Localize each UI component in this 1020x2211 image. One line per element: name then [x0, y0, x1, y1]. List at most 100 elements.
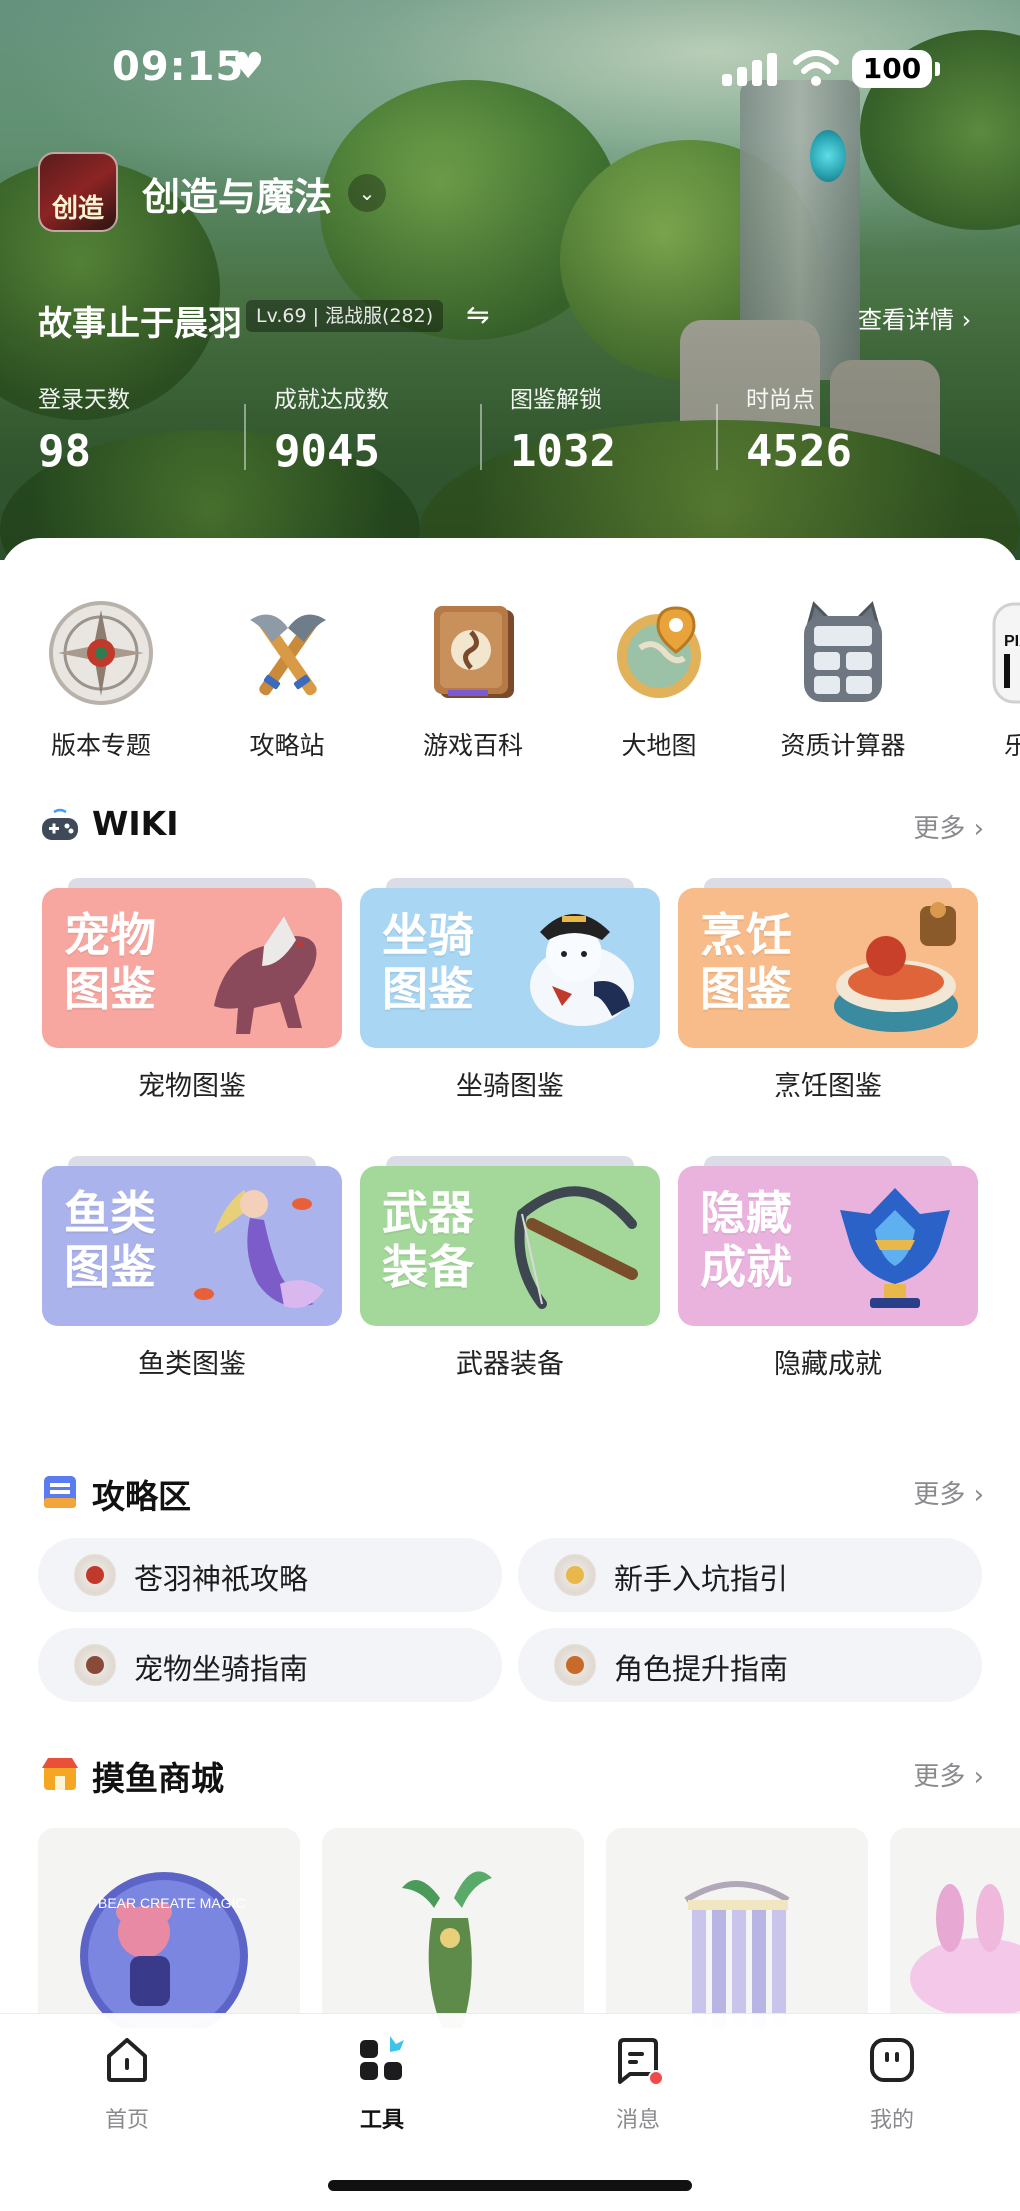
card-title-line-2: 图鉴	[64, 1240, 156, 1294]
stat-label: 成就达成数	[274, 387, 389, 413]
tool-sheet-music[interactable]: PIANO 乐谱	[944, 598, 1020, 758]
card-caption: 武器装备	[456, 1349, 564, 1380]
battery-icon: 100	[852, 50, 940, 88]
nav-profile[interactable]: 我的	[832, 2034, 952, 2134]
shop-section-header: 摸鱼商城 更多 ›	[40, 1748, 984, 1798]
guide-pill[interactable]: 苍羽神祇攻略	[38, 1538, 502, 1612]
guide-label: 苍羽神祇攻略	[134, 1562, 309, 1596]
compass-emblem-icon	[49, 601, 153, 705]
card-face: 烹饪 图鉴	[678, 888, 978, 1048]
tool-guide-station[interactable]: 攻略站	[202, 598, 372, 758]
guide-pill[interactable]: 宠物坐骑指南	[38, 1628, 502, 1702]
shop-more-link[interactable]: 更多 ›	[913, 1756, 984, 1793]
status-time: 09:15	[112, 44, 245, 90]
guide-avatar-icon	[74, 1644, 116, 1686]
wiki-card-mounts[interactable]: 坐骑 图鉴 坐骑图鉴	[360, 878, 660, 1114]
card-title: 坐骑 图鉴	[382, 908, 474, 1016]
stat-value: 98	[38, 426, 91, 477]
guide-pill[interactable]: 角色提升指南	[518, 1628, 982, 1702]
food-pot-icon	[834, 902, 958, 1032]
card-title: 隐藏 成就	[700, 1186, 792, 1294]
card-title-line-1: 烹饪	[700, 908, 792, 962]
card-caption: 坐骑图鉴	[456, 1071, 564, 1102]
section-title: 攻略区	[92, 1477, 191, 1516]
tool-encyclopedia[interactable]: 游戏百科	[388, 598, 558, 758]
chevron-down-icon[interactable]: ⌄	[348, 174, 386, 212]
book-icon	[434, 606, 514, 698]
wolf-icon	[214, 916, 317, 1034]
section-title: WIKI	[92, 804, 179, 843]
card-face: 坐骑 图鉴	[360, 888, 660, 1048]
card-title: 宠物 图鉴	[64, 908, 156, 1016]
wiki-card-hidden-achievements[interactable]: 隐藏 成就 隐藏成就	[678, 1156, 978, 1392]
card-face: 宠物 图鉴	[42, 888, 342, 1048]
card-title-line-2: 装备	[382, 1240, 474, 1294]
guide-label: 新手入坑指引	[614, 1562, 789, 1596]
tool-label: 版本专题	[50, 731, 151, 758]
stat-value: 1032	[510, 426, 616, 477]
guide-pill[interactable]: 新手入坑指引	[518, 1538, 982, 1612]
tool-label: 乐谱	[1003, 731, 1020, 758]
crossed-axes-icon	[250, 614, 326, 696]
user-level-badge: Lv.69 | 混战服(282)	[246, 300, 444, 332]
card-title-line-1: 武器	[382, 1186, 474, 1240]
nav-label: 首页	[104, 2108, 149, 2133]
home-indicator[interactable]	[328, 2180, 692, 2191]
nav-tools[interactable]: 工具	[322, 2034, 442, 2134]
stat-label: 图鉴解锁	[510, 387, 602, 413]
guide-avatar-icon	[554, 1644, 596, 1686]
app-name[interactable]: 创造与魔法	[142, 166, 332, 221]
piano-icon: PIANO	[992, 602, 1020, 704]
guide-avatar-icon	[74, 1554, 116, 1596]
wiki-more-link[interactable]: 更多 ›	[913, 808, 984, 845]
card-title: 武器 装备	[382, 1186, 474, 1294]
wiki-card-fish[interactable]: 鱼类 图鉴 鱼类图鉴	[42, 1156, 342, 1392]
section-title: 摸鱼商城	[92, 1759, 224, 1798]
shop-item[interactable]	[890, 1828, 1020, 2028]
shop-item[interactable]	[322, 1828, 584, 2028]
nav-label: 我的	[869, 2108, 914, 2133]
stats-row: 登录天数 98 成就达成数 9045 图鉴解锁 1032 时尚点 4526	[38, 380, 982, 490]
nav-messages[interactable]: 消息	[578, 2034, 698, 2134]
main-panel: 版本专题 攻略站 游戏百科 大地图 资质计算器 PI 乐 WIKI 更多 › 宠…	[0, 538, 1020, 2028]
hero-banner: 09:15 ♥ 100 创造 创造与魔法 ⌄ 故事止于晨羽 Lv.69 | 混战…	[0, 0, 1020, 560]
tool-world-map[interactable]: 大地图	[574, 598, 744, 758]
trophy-mask-icon	[840, 1188, 950, 1308]
nav-label: 工具	[359, 2108, 404, 2133]
shop-item[interactable]: BEAR CREATE MAGIC	[38, 1828, 300, 2028]
wiki-card-weapons[interactable]: 武器 装备 武器装备	[360, 1156, 660, 1392]
tool-aptitude-calculator[interactable]: 资质计算器	[758, 598, 928, 758]
app-logo[interactable]: 创造	[38, 152, 118, 232]
nav-home[interactable]: 首页	[67, 2034, 187, 2134]
tool-version-topic[interactable]: 版本专题	[16, 598, 186, 758]
curtain-icon	[684, 1881, 790, 2028]
divider	[716, 404, 718, 470]
card-caption: 鱼类图鉴	[138, 1349, 246, 1380]
card-caption: 宠物图鉴	[138, 1071, 246, 1102]
shop-strip[interactable]: BEAR CREATE MAGIC	[0, 1828, 1020, 2028]
stat-codex: 图鉴解锁 1032	[510, 380, 730, 490]
mermaid-icon	[194, 1190, 324, 1308]
card-face: 武器 装备	[360, 1166, 660, 1326]
calculator-icon	[804, 601, 882, 702]
piano-icon-text: PIANO	[1004, 633, 1020, 650]
card-title-line-2: 图鉴	[700, 962, 792, 1016]
card-title-line-2: 图鉴	[64, 962, 156, 1016]
divider	[480, 404, 482, 470]
user-name: 故事止于晨羽	[38, 304, 242, 344]
nav-label: 消息	[615, 2108, 660, 2133]
view-details-link[interactable]: 查看详情 ›	[858, 300, 971, 335]
tool-strip[interactable]: 版本专题 攻略站 游戏百科 大地图 资质计算器 PI 乐	[0, 598, 1020, 758]
badge-text: BEAR CREATE MAGIC	[98, 1895, 246, 1911]
stat-label: 时尚点	[746, 387, 815, 413]
switch-role-icon[interactable]: ⇋	[466, 298, 489, 331]
shop-item[interactable]	[606, 1828, 868, 2028]
guides-more-link[interactable]: 更多 ›	[913, 1474, 984, 1511]
seal-pirate-icon	[530, 914, 634, 1026]
wiki-card-pets[interactable]: 宠物 图鉴 宠物图鉴	[42, 878, 342, 1114]
guide-avatar-icon	[554, 1554, 596, 1596]
stat-value: 4526	[746, 426, 852, 477]
tool-label: 游戏百科	[422, 731, 523, 758]
tools-grid-icon	[360, 2036, 404, 2080]
wiki-card-cooking[interactable]: 烹饪 图鉴 烹饪图鉴	[678, 878, 978, 1114]
